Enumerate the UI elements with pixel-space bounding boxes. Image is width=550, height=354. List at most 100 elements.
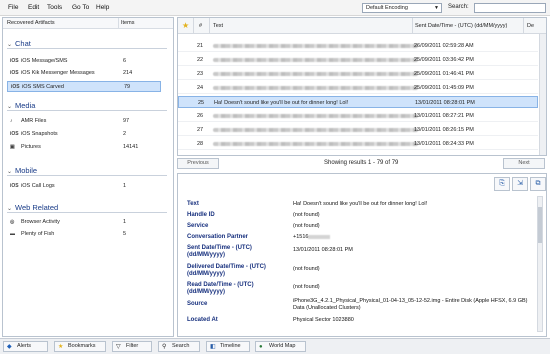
next-button[interactable]: Next bbox=[503, 158, 545, 169]
window-icon[interactable]: ⧉ bbox=[530, 177, 546, 191]
table-row[interactable]: 24 25/09/2011 01:45:09 PM bbox=[178, 82, 538, 94]
scrollbar-thumb[interactable] bbox=[538, 207, 542, 243]
bookmark-star-icon[interactable]: ★ bbox=[182, 21, 189, 30]
field-label: Handle ID bbox=[187, 212, 215, 218]
artifact-ios-sms-carved[interactable]: iOS iOS SMS Carved 79 bbox=[7, 81, 161, 92]
filter-icon: ▽ bbox=[116, 344, 121, 350]
field-label: Source bbox=[187, 301, 208, 307]
artifact-ios-message-sms[interactable]: iOS iOS Message/SMS 6 bbox=[7, 56, 161, 67]
ios-icon: iOS bbox=[10, 70, 19, 76]
menu-edit[interactable]: Edit bbox=[28, 4, 39, 11]
bottom-toolbar: ◆ Alerts ★ Bookmarks ▽ Filter ⚲ Search ◧ Time… bbox=[0, 338, 550, 354]
globe-icon: ● bbox=[259, 344, 263, 350]
divider bbox=[7, 48, 167, 49]
timeline-icon: ◧ bbox=[210, 344, 216, 350]
artifact-browser-activity[interactable]: ◎ Browser Activity 1 bbox=[7, 217, 161, 228]
artifact-plenty-of-fish[interactable]: ▬ Plenty of Fish 5 bbox=[7, 229, 161, 240]
items-column-header[interactable]: Items bbox=[121, 20, 134, 26]
field-value-text: Ha! Doesn't sound like you'll be out for… bbox=[293, 201, 428, 207]
search-label: Search: bbox=[448, 4, 469, 10]
bookmarks-button[interactable]: ★ Bookmarks bbox=[54, 341, 106, 352]
pof-icon: ▬ bbox=[10, 231, 15, 237]
artifacts-column-header[interactable]: Recovered Artifacts bbox=[7, 20, 55, 26]
divider bbox=[7, 175, 167, 176]
menu-bar: File Edit Tools Go To Help Default Encod… bbox=[0, 0, 550, 16]
table-row[interactable]: 21 26/09/2011 02:59:28 AM bbox=[178, 40, 538, 52]
alerts-button[interactable]: ◆ Alerts bbox=[3, 341, 48, 352]
star-icon: ★ bbox=[58, 344, 64, 350]
chevron-down-icon: ⌄ bbox=[7, 104, 13, 110]
category-mobile[interactable]: ⌄ Mobile bbox=[7, 166, 37, 175]
grid-scrollbar[interactable] bbox=[539, 34, 546, 155]
copy-icon[interactable]: ⎘ bbox=[494, 177, 510, 191]
menu-file[interactable]: File bbox=[8, 4, 18, 11]
divider bbox=[7, 212, 167, 213]
encoding-value: Default Encoding bbox=[366, 5, 408, 11]
export-icon[interactable]: ⇲ bbox=[512, 177, 528, 191]
audio-file-icon: ♪ bbox=[10, 118, 13, 124]
artifact-ios-kik-messenger[interactable]: iOS iOS Kik Messenger Messages 214 bbox=[7, 68, 161, 79]
search-input[interactable] bbox=[474, 3, 546, 13]
chevron-down-icon: ⌄ bbox=[7, 42, 13, 48]
ios-icon: iOS bbox=[11, 84, 20, 90]
column-sent-date[interactable]: Sent Date/Time - (UTC) (dd/MM/yyyy) bbox=[415, 23, 507, 29]
field-value-handle-id: (not found) bbox=[293, 212, 320, 218]
field-label: Read Date/Time - (UTC) (dd/MM/yyyy) bbox=[187, 282, 254, 295]
artifact-pictures[interactable]: ▣ Pictures 14141 bbox=[7, 142, 161, 153]
redacted-text bbox=[213, 114, 418, 118]
redacted-text bbox=[213, 142, 418, 146]
previous-button[interactable]: Previous bbox=[177, 158, 219, 169]
redacted-text bbox=[213, 72, 418, 76]
detail-panel: ⎘ ⇲ ⧉ Text Ha! Doesn't sound like you'll… bbox=[177, 173, 547, 337]
column-divider bbox=[412, 18, 413, 34]
table-row[interactable]: 23 25/09/2011 01:46:41 PM bbox=[178, 68, 538, 80]
menu-tools[interactable]: Tools bbox=[47, 4, 62, 11]
artifact-ios-call-logs[interactable]: iOS iOS Call Logs 1 bbox=[7, 181, 161, 192]
search-button[interactable]: ⚲ Search bbox=[158, 341, 200, 352]
table-row[interactable]: 22 25/09/2011 03:36:42 PM bbox=[178, 54, 538, 66]
artifact-amr-files[interactable]: ♪ AMR Files 97 bbox=[7, 116, 161, 127]
column-text[interactable]: Text bbox=[213, 23, 223, 29]
filter-button[interactable]: ▽ Filter bbox=[112, 341, 152, 352]
ios-icon: iOS bbox=[10, 183, 19, 189]
redacted-text bbox=[213, 44, 418, 48]
redacted-text bbox=[213, 58, 418, 62]
category-chat[interactable]: ⌄ Chat bbox=[7, 39, 31, 48]
results-count: Showing results 1 - 79 of 79 bbox=[324, 160, 399, 166]
artifact-ios-snapshots[interactable]: iOS iOS Snapshots 2 bbox=[7, 129, 161, 140]
chevron-down-icon: ⌄ bbox=[7, 169, 13, 175]
redacted-text bbox=[308, 234, 331, 239]
field-label: Text bbox=[187, 201, 199, 207]
encoding-dropdown[interactable]: Default Encoding ▼ bbox=[362, 3, 442, 13]
alert-icon: ◆ bbox=[7, 344, 12, 350]
menu-help[interactable]: Help bbox=[96, 4, 109, 11]
timeline-button[interactable]: ◧ Timeline bbox=[206, 341, 250, 352]
column-delivered[interactable]: De bbox=[527, 23, 534, 29]
column-number[interactable]: # bbox=[199, 23, 202, 29]
field-value-sent-date: 13/01/2011 08:28:01 PM bbox=[293, 247, 353, 253]
divider bbox=[7, 110, 167, 111]
field-value-read-date: (not found) bbox=[293, 284, 320, 290]
column-divider bbox=[523, 18, 524, 34]
table-row-selected[interactable]: 25 Ha! Doesn't sound like you'll be out f… bbox=[178, 96, 538, 108]
table-row[interactable]: 27 13/01/2011 08:26:15 PM bbox=[178, 124, 538, 136]
category-media[interactable]: ⌄ Media bbox=[7, 101, 35, 110]
pictures-icon: ▣ bbox=[10, 144, 15, 150]
table-row[interactable]: 26 13/01/2011 08:27:21 PM bbox=[178, 110, 538, 122]
artifacts-header: Recovered Artifacts Items bbox=[3, 18, 173, 29]
world-map-button[interactable]: ● World Map bbox=[255, 341, 306, 352]
redacted-text bbox=[213, 128, 418, 132]
field-label: Conversation Partner bbox=[187, 234, 249, 240]
field-label: Sent Date/Time - (UTC) (dd/MM/yyyy) bbox=[187, 245, 252, 258]
ios-icon: iOS bbox=[10, 131, 19, 137]
pager: Previous Showing results 1 - 79 of 79 Ne… bbox=[177, 157, 547, 171]
field-label: Located At bbox=[187, 317, 218, 323]
menu-go-to[interactable]: Go To bbox=[72, 4, 89, 11]
detail-scrollbar[interactable] bbox=[537, 196, 543, 332]
column-divider bbox=[118, 18, 119, 29]
table-row[interactable]: 28 13/01/2011 08:24:33 PM bbox=[178, 138, 538, 150]
category-web-related[interactable]: ⌄ Web Related bbox=[7, 203, 58, 212]
grid-header: ★ # Text Sent Date/Time - (UTC) (dd/MM/y… bbox=[178, 18, 546, 34]
field-value-located-at: Physical Sector 1023880 bbox=[293, 317, 354, 323]
field-value-delivered-date: (not found) bbox=[293, 266, 320, 272]
